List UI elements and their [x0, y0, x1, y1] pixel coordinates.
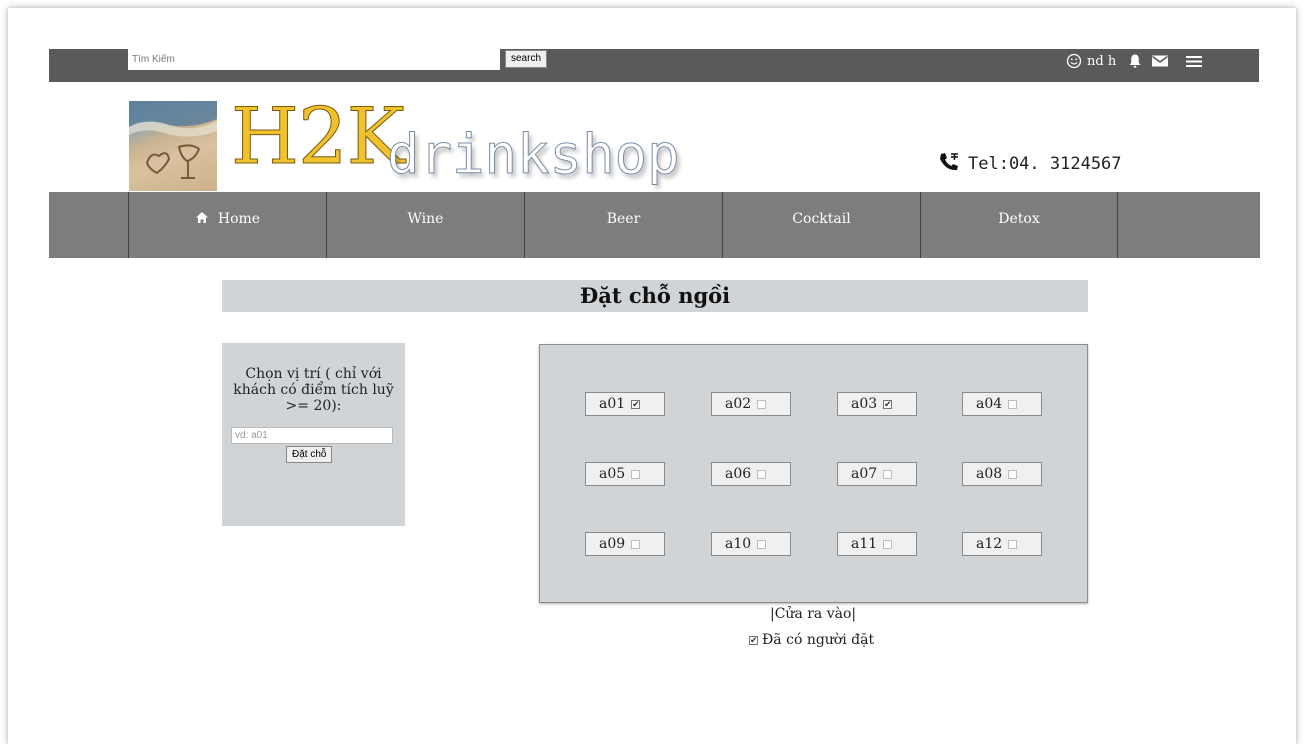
- seat-a12[interactable]: a12: [962, 532, 1042, 556]
- reserve-button[interactable]: Đặt chỗ: [286, 446, 333, 463]
- nav-item-wine[interactable]: Wine: [326, 192, 524, 258]
- nav-item-beer[interactable]: Beer: [524, 192, 722, 258]
- seat-checkbox[interactable]: [631, 469, 641, 479]
- page-title: Đặt chỗ ngồi: [222, 280, 1088, 312]
- seat-label: a10: [725, 536, 752, 552]
- seat-checkbox[interactable]: [883, 469, 893, 479]
- seat-a11[interactable]: a11: [837, 532, 917, 556]
- logo-h2k-text[interactable]: H2K: [231, 92, 406, 183]
- search-input[interactable]: [128, 49, 500, 70]
- legend-label: Đã có người đặt: [762, 632, 875, 648]
- seat-label: a11: [851, 536, 878, 552]
- seat-a02[interactable]: a02: [711, 392, 791, 416]
- user-area: nd h: [1066, 51, 1203, 71]
- legend: ✔ Đã có người đặt: [749, 632, 874, 648]
- logo-drinkshop-text[interactable]: drinkshop: [387, 120, 681, 190]
- nav-item-label: Wine: [407, 211, 444, 227]
- phone-text: Tel:04. 3124567: [968, 154, 1122, 174]
- nav-item-detox[interactable]: Detox: [920, 192, 1118, 258]
- smile-icon[interactable]: [1066, 53, 1082, 69]
- seat-label: a05: [599, 466, 626, 482]
- nav-item-label: Cocktail: [792, 211, 851, 227]
- seat-a06[interactable]: a06: [711, 462, 791, 486]
- home-icon: [195, 211, 209, 228]
- seat-label: a03: [851, 396, 878, 412]
- seat-a05[interactable]: a05: [585, 462, 665, 486]
- seat-label: a09: [599, 536, 626, 552]
- seat-checkbox[interactable]: ✔: [631, 399, 641, 409]
- seat-a07[interactable]: a07: [837, 462, 917, 486]
- seat-label: a02: [725, 396, 752, 412]
- seat-label: a12: [976, 536, 1003, 552]
- seat-checkbox[interactable]: ✔: [883, 399, 893, 409]
- seat-a01[interactable]: a01 ✔: [585, 392, 665, 416]
- seat-label: a06: [725, 466, 752, 482]
- nav-item-label: Detox: [998, 211, 1040, 227]
- menu-icon[interactable]: [1185, 54, 1203, 68]
- reserve-label: Chọn vị trí ( chỉ với khách có điểm tích…: [233, 366, 394, 414]
- nav-item-label: Home: [217, 211, 261, 227]
- seat-a09[interactable]: a09: [585, 532, 665, 556]
- seat-a08[interactable]: a08: [962, 462, 1042, 486]
- seat-a04[interactable]: a04: [962, 392, 1042, 416]
- mail-icon[interactable]: [1151, 54, 1169, 68]
- seat-checkbox[interactable]: [757, 469, 767, 479]
- seat-checkbox[interactable]: [1008, 399, 1018, 409]
- phone-contact: Tel:04. 3124567: [938, 151, 1122, 177]
- seat-checkbox[interactable]: [883, 539, 893, 549]
- bell-icon[interactable]: [1128, 53, 1142, 69]
- seat-code-input[interactable]: [231, 427, 393, 444]
- nav-item-cocktail[interactable]: Cocktail: [722, 192, 920, 258]
- legend-checkbox: ✔: [749, 635, 758, 646]
- seat-checkbox[interactable]: [1008, 469, 1018, 479]
- seat-label: a01: [599, 396, 626, 412]
- user-name[interactable]: nd h: [1087, 54, 1116, 69]
- seat-checkbox[interactable]: [631, 539, 641, 549]
- seat-checkbox[interactable]: [757, 399, 767, 409]
- logo-beach-image: [129, 101, 217, 191]
- seat-checkbox[interactable]: [757, 539, 767, 549]
- seat-label: a07: [851, 466, 878, 482]
- seat-a03[interactable]: a03 ✔: [837, 392, 917, 416]
- seat-label: a08: [976, 466, 1003, 482]
- seat-label: a04: [976, 396, 1003, 412]
- search-button[interactable]: search: [505, 50, 548, 68]
- nav-item-label: Beer: [606, 211, 641, 227]
- phone-icon: [938, 152, 960, 177]
- nav-item-home[interactable]: Home: [128, 192, 326, 258]
- seat-a10[interactable]: a10: [711, 532, 791, 556]
- door-label: |Cửa ra vào|: [770, 606, 857, 622]
- seat-checkbox[interactable]: [1008, 539, 1018, 549]
